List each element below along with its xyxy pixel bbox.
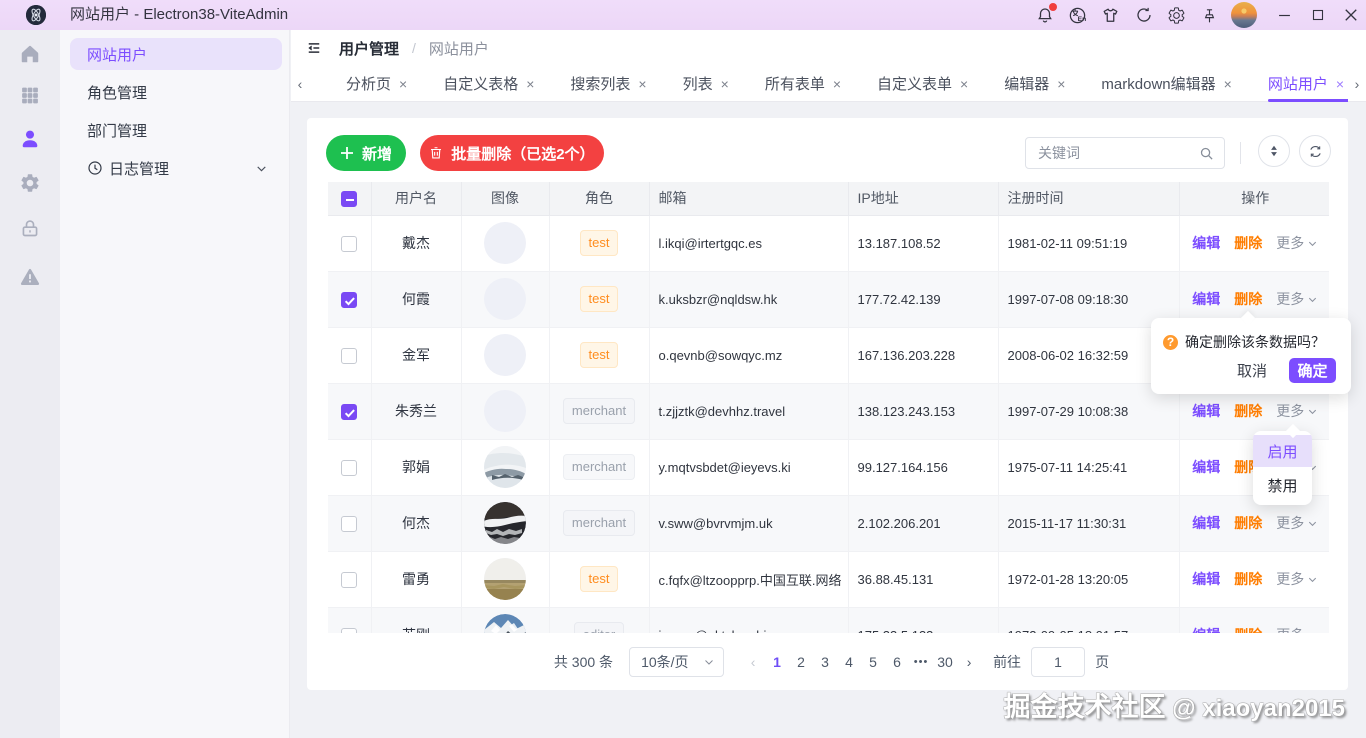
svg-text:En: En [1078,16,1087,23]
